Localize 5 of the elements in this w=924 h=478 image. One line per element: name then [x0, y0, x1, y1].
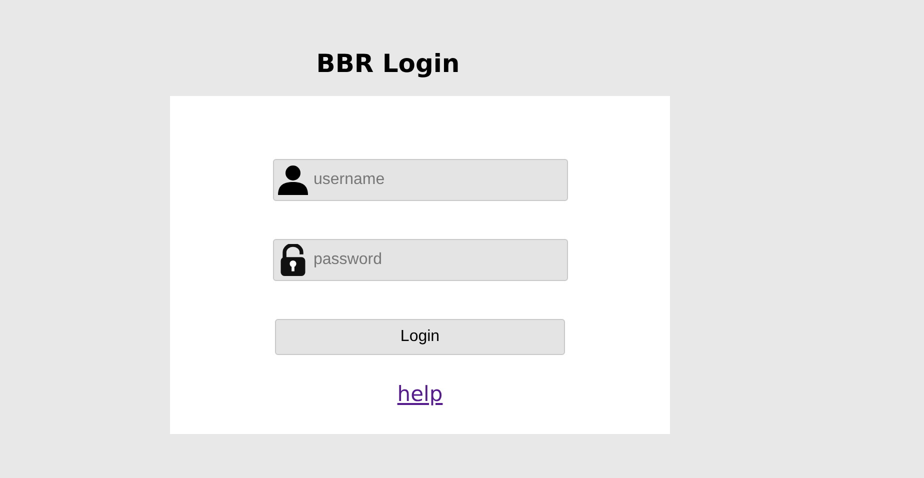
page-title: BBR Login — [315, 48, 461, 80]
input-field[interactable]: password — [272, 239, 568, 281]
input-field[interactable]: username — [272, 159, 568, 201]
help-link[interactable]: help — [397, 382, 443, 406]
login-button[interactable]: Login — [275, 319, 565, 355]
